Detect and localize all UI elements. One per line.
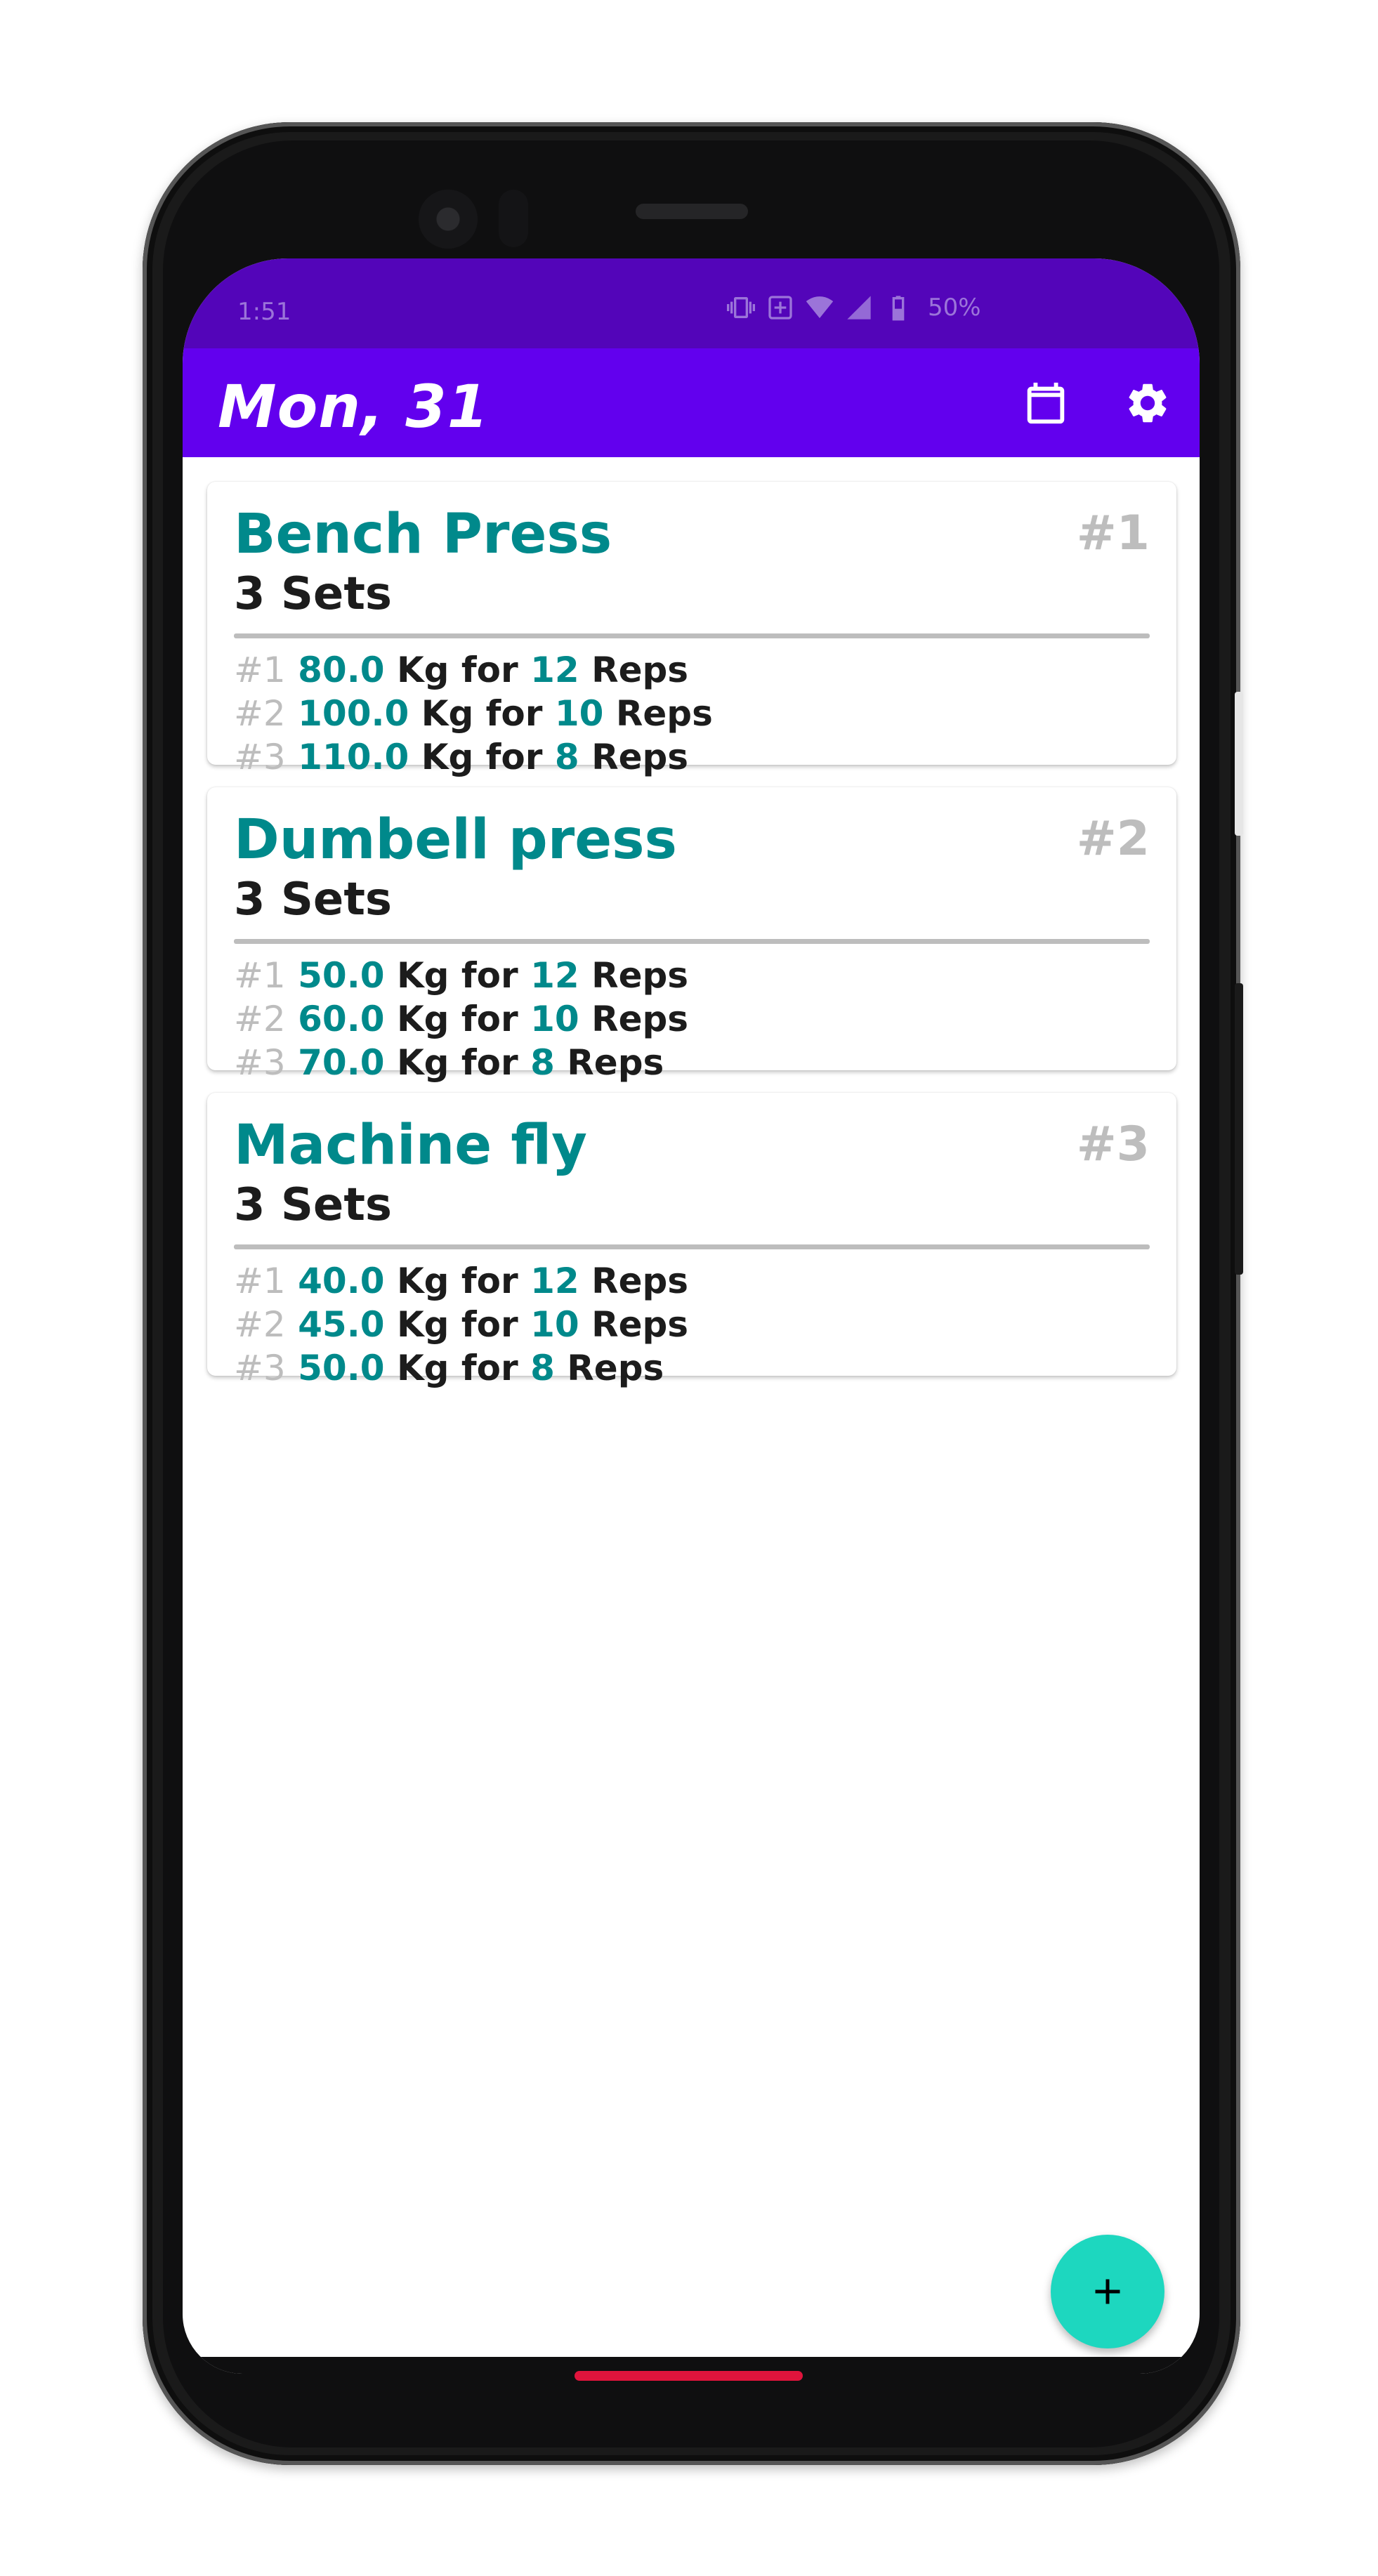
settings-button[interactable] bbox=[1122, 378, 1173, 428]
page-title: Mon, 31 bbox=[218, 372, 490, 441]
status-time: 1:51 bbox=[237, 298, 291, 326]
set-row: #2 60.0 Kg for 10 Reps bbox=[234, 999, 689, 1039]
exercise-card[interactable]: Bench Press #1 3 Sets #1 80.0 Kg for 12 … bbox=[207, 482, 1176, 777]
set-row: #1 50.0 Kg for 12 Reps bbox=[234, 955, 689, 996]
battery-icon bbox=[884, 294, 912, 322]
exercise-name: Dumbell press bbox=[234, 808, 677, 872]
exercise-index: #3 bbox=[1076, 1117, 1150, 1172]
add-exercise-button[interactable] bbox=[1051, 2235, 1164, 2348]
battery-percent: 50% bbox=[928, 294, 981, 322]
status-bar: 1:51 50% bbox=[183, 258, 1200, 348]
front-camera bbox=[419, 190, 478, 249]
divider bbox=[234, 1244, 1150, 1249]
set-row: #2 45.0 Kg for 10 Reps bbox=[234, 1304, 689, 1345]
exercise-list: Bench Press #1 3 Sets #1 80.0 Kg for 12 … bbox=[207, 482, 1176, 1398]
phone-screen: 1:51 50% Mon, 31 Bench Press #1 3 Sets #… bbox=[183, 258, 1200, 2374]
calendar-button[interactable] bbox=[1021, 378, 1071, 428]
sets-count: 3 Sets bbox=[234, 1179, 392, 1231]
side-button-power bbox=[1235, 692, 1243, 836]
sets-count: 3 Sets bbox=[234, 874, 392, 926]
side-button-volume bbox=[1235, 983, 1243, 1275]
set-row: #3 110.0 Kg for 8 Reps bbox=[234, 737, 689, 777]
exercise-name: Bench Press bbox=[234, 503, 612, 566]
earpiece-speaker bbox=[636, 204, 748, 219]
set-row: #3 50.0 Kg for 8 Reps bbox=[234, 1348, 664, 1388]
status-icons: 50% bbox=[727, 294, 981, 322]
exercise-index: #2 bbox=[1076, 811, 1150, 867]
set-row: #1 80.0 Kg for 12 Reps bbox=[234, 650, 689, 690]
data-saver-icon bbox=[766, 294, 794, 322]
exercise-card[interactable]: Dumbell press #2 3 Sets #1 50.0 Kg for 1… bbox=[207, 787, 1176, 1083]
set-row: #1 40.0 Kg for 12 Reps bbox=[234, 1261, 689, 1301]
wifi-icon bbox=[806, 294, 834, 322]
home-indicator[interactable] bbox=[575, 2371, 803, 2381]
set-row: #2 100.0 Kg for 10 Reps bbox=[234, 693, 713, 734]
exercise-index: #1 bbox=[1076, 506, 1150, 561]
signal-icon bbox=[845, 294, 873, 322]
calendar-icon bbox=[1027, 382, 1065, 424]
gear-icon bbox=[1129, 383, 1167, 423]
sets-count: 3 Sets bbox=[234, 568, 392, 620]
set-row: #3 70.0 Kg for 8 Reps bbox=[234, 1042, 664, 1083]
plus-icon bbox=[1095, 2279, 1120, 2304]
divider bbox=[234, 939, 1150, 944]
divider bbox=[234, 633, 1150, 638]
exercise-name: Machine fly bbox=[234, 1114, 588, 1177]
vibrate-icon bbox=[727, 294, 755, 322]
app-bar: Mon, 31 bbox=[183, 348, 1200, 457]
exercise-card[interactable]: Machine fly #3 3 Sets #1 40.0 Kg for 12 … bbox=[207, 1093, 1176, 1388]
camera-sensor bbox=[499, 190, 528, 247]
